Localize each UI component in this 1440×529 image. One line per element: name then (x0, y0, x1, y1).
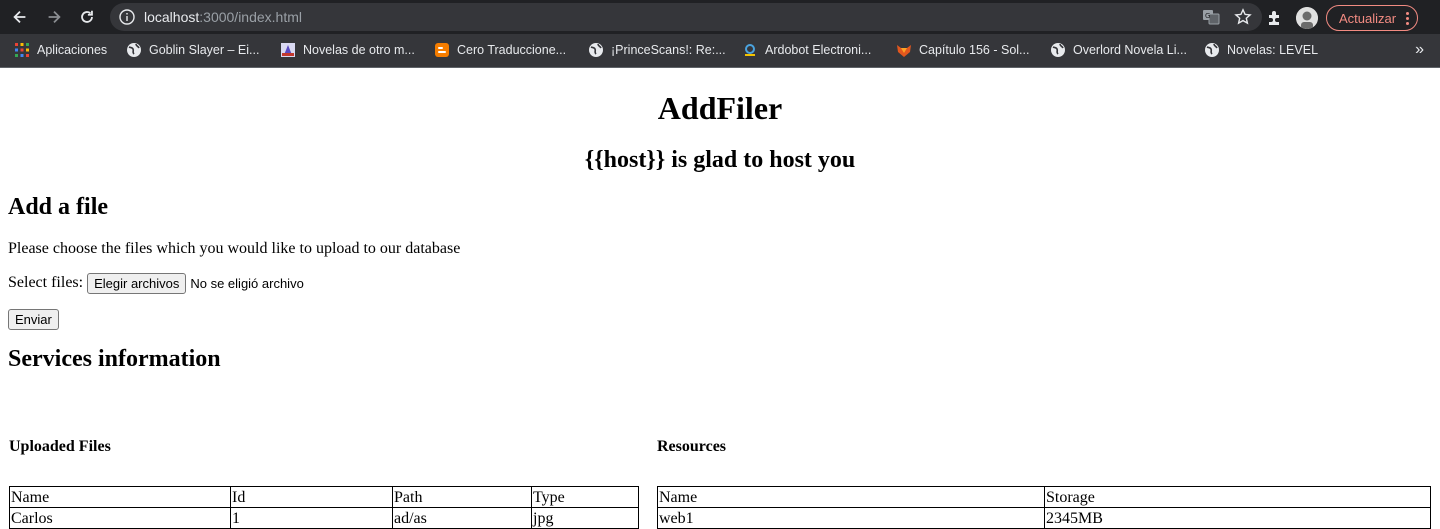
column-header: Name (657, 486, 1045, 508)
ardobot-icon (742, 42, 758, 58)
blogger-icon (434, 42, 450, 58)
bookmark-princescans[interactable]: ¡PrinceScans!: Re:... (588, 42, 726, 58)
table-row: Carlos 1 ad/as jpg (9, 507, 639, 529)
bookmark-label: Cero Traduccione... (457, 43, 567, 57)
bookmark-label: Novelas: LEVEL (1227, 43, 1319, 57)
table-row: web1 2345MB (657, 507, 1431, 529)
page-subtitle: {{host}} is glad to host you (584, 147, 856, 173)
bookmark-label: Goblin Slayer – Ei... (149, 43, 260, 57)
services-heading: Services information (8, 346, 221, 372)
bookmark-cero-traducciones[interactable]: Cero Traduccione... (434, 42, 566, 58)
upload-description: Please choose the files which you would … (8, 240, 461, 257)
bookmark-novelas-level[interactable]: Novelas: LEVEL (1204, 42, 1318, 58)
browser-toolbar: localhost:3000/index.html G Actualizar (0, 0, 1440, 34)
info-icon[interactable] (119, 9, 135, 25)
site-favicon-icon (280, 42, 296, 58)
bookmark-label: Overlord Novela Li... (1073, 43, 1187, 57)
translate-icon[interactable]: G (1202, 8, 1220, 26)
svg-text:G: G (1205, 12, 1210, 20)
resources-heading: Resources (657, 438, 727, 455)
uploaded-files-panel: Uploaded Files Name Id Path Type Carlos … (9, 438, 639, 529)
avatar-icon (1296, 7, 1318, 29)
bookmark-label: Ardobot Electroni... (765, 43, 872, 57)
globe-icon (1050, 42, 1066, 58)
kebab-menu-icon (1406, 11, 1410, 25)
bookmark-label: Capítulo 156 - Sol... (919, 43, 1030, 57)
bookmark-label: Novelas de otro m... (303, 43, 415, 57)
back-button[interactable] (6, 3, 34, 31)
select-files-label: Select files: (8, 274, 84, 291)
bookmark-ardobot[interactable]: Ardobot Electroni... (742, 42, 871, 58)
bookmarks-overflow-button[interactable]: » (1415, 41, 1424, 59)
table-header-row: Name Storage (657, 486, 1431, 508)
apps-grid-icon (14, 42, 30, 58)
table-cell: 2345MB (1044, 507, 1431, 529)
bookmark-capitulo-156[interactable]: Capítulo 156 - Sol... (896, 42, 1029, 58)
bookmark-goblin-slayer[interactable]: Goblin Slayer – Ei... (126, 42, 259, 58)
star-icon[interactable] (1234, 8, 1252, 26)
choose-files-button[interactable]: Elegir archivos (87, 272, 187, 294)
submit-row: Enviar (8, 309, 1432, 330)
table-cell: 1 (230, 507, 393, 529)
page-content: AddFiler {{host}} is glad to host you Ad… (0, 88, 1440, 529)
address-bar[interactable]: localhost:3000/index.html G (110, 3, 1262, 31)
page-title: AddFiler (657, 90, 783, 126)
url-host: localhost (144, 9, 200, 25)
bookmark-label: ¡PrinceScans!: Re:... (611, 43, 726, 57)
bookmark-label: Aplicaciones (37, 43, 108, 57)
globe-icon (1204, 42, 1220, 58)
table-cell: Carlos (9, 507, 231, 529)
profile-avatar[interactable] (1296, 7, 1318, 29)
bookmark-novelas-otro[interactable]: Novelas de otro m... (280, 42, 415, 58)
uploaded-files-heading: Uploaded Files (9, 438, 111, 455)
bookmark-overlord[interactable]: Overlord Novela Li... (1050, 42, 1187, 58)
column-header: Path (392, 486, 532, 508)
file-picker-row: Select files: Elegir archivos No se elig… (8, 271, 1432, 295)
table-cell: jpg (531, 507, 639, 529)
column-header: Name (9, 486, 231, 508)
reload-icon (81, 10, 93, 23)
submit-button[interactable]: Enviar (8, 309, 59, 330)
arrow-left-icon (13, 10, 26, 24)
resources-panel: Resources Name Storage web1 2345MB (657, 438, 1431, 529)
url-path: :3000/index.html (199, 9, 302, 25)
column-header: Type (531, 486, 639, 508)
no-file-text: No se eligió archivo (190, 275, 304, 291)
fox-icon (896, 42, 912, 58)
globe-icon (126, 42, 142, 58)
forward-button[interactable] (40, 3, 68, 31)
bookmarks-bar: Aplicaciones Goblin Slayer – Ei... Novel… (0, 34, 1440, 68)
extensions-icon[interactable] (1266, 9, 1284, 27)
reload-button[interactable] (73, 3, 101, 31)
bookmark-apps[interactable]: Aplicaciones (14, 42, 107, 58)
column-header: Storage (1044, 486, 1431, 508)
column-header: Id (230, 486, 393, 508)
table-header-row: Name Id Path Type (9, 486, 639, 508)
table-cell: ad/as (392, 507, 532, 529)
update-button[interactable]: Actualizar (1326, 5, 1419, 31)
add-file-heading: Add a file (8, 194, 109, 220)
globe-icon (588, 42, 604, 58)
update-label: Actualizar (1339, 10, 1397, 26)
table-cell: web1 (657, 507, 1045, 529)
arrow-right-icon (48, 10, 61, 24)
